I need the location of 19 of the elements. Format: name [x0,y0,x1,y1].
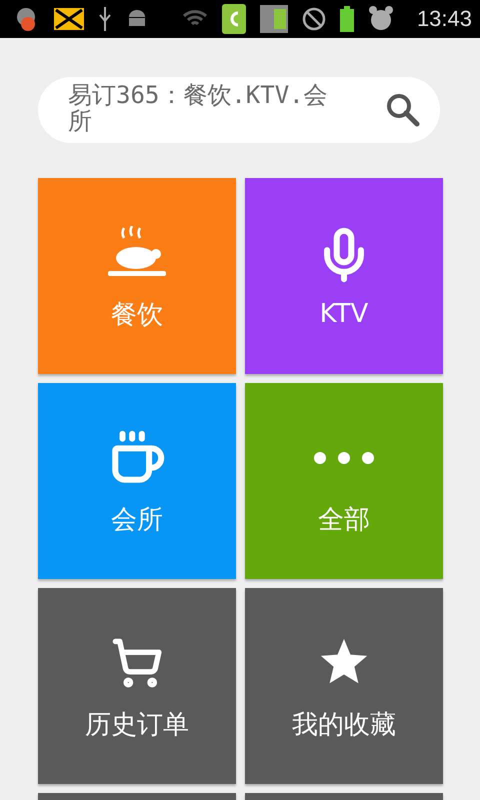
blocked-icon [302,7,326,31]
shopping-cart-icon [111,636,163,688]
category-tile[interactable] [38,793,236,800]
mail-icon [54,8,84,30]
category-tile[interactable] [245,793,443,800]
app-icon [260,5,288,33]
app-icon [222,4,246,34]
category-tile[interactable]: KTV [245,178,443,374]
category-tile[interactable]: 会所 [38,383,236,579]
clock-time: 13:43 [416,6,472,32]
search-field[interactable]: 易订365：餐饮.KTV.会所 [38,77,440,143]
category-tile[interactable]: 历史订单 [38,588,236,784]
search-icon[interactable] [386,93,420,127]
battery-icon [340,6,354,32]
category-tile[interactable]: 全部 [245,383,443,579]
category-tile[interactable]: 餐饮 [38,178,236,374]
more-icon [313,450,375,464]
category-tile[interactable]: 我的收藏 [245,588,443,784]
usb-icon [98,7,112,31]
